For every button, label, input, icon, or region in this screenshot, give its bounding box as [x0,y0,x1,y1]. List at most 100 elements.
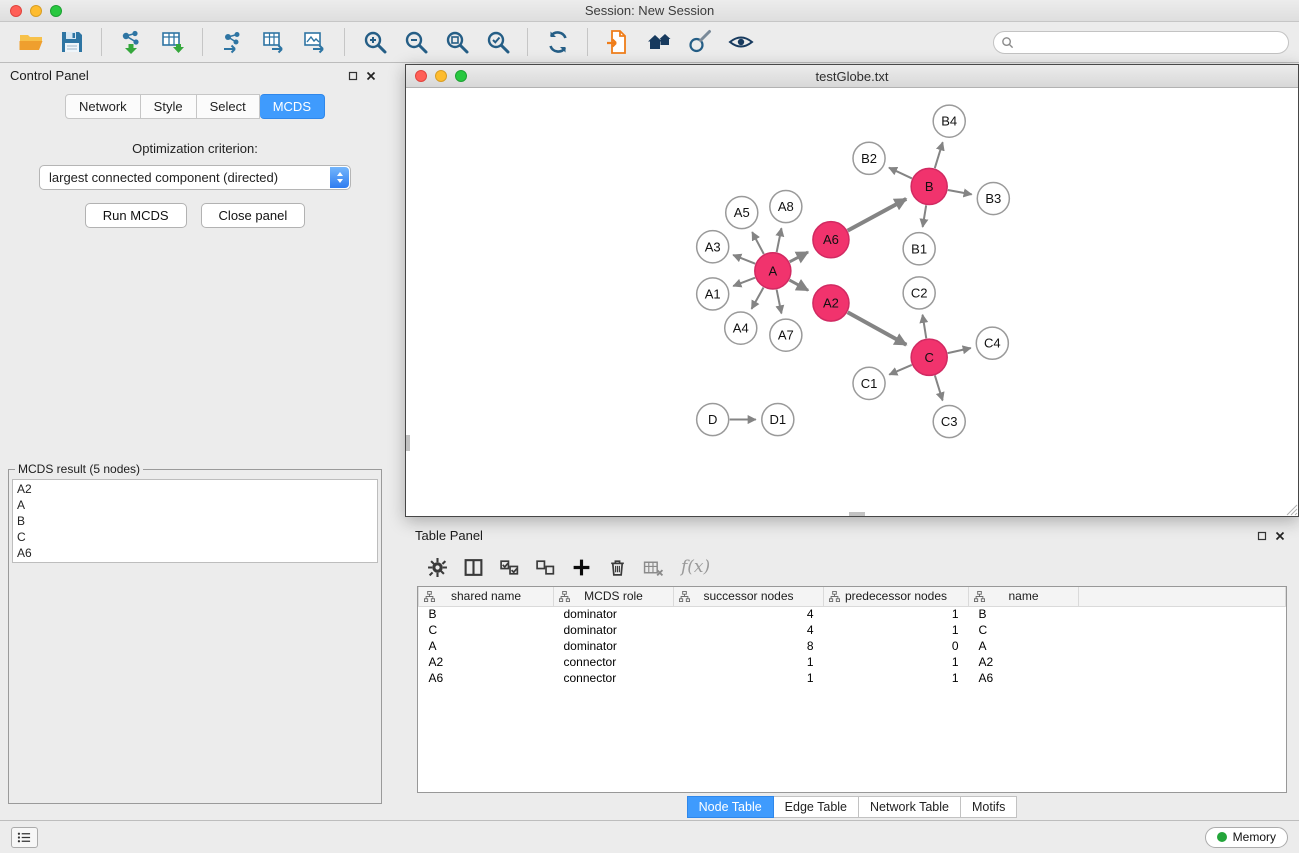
node-B[interactable]: B [911,168,947,204]
edge-A-A4[interactable] [752,288,764,309]
column-header-name[interactable]: name [969,587,1079,606]
show-details-button[interactable] [720,25,761,59]
node-A3[interactable]: A3 [697,231,729,263]
table-tab-node-table[interactable]: Node Table [687,796,774,818]
edge-B-B1[interactable] [923,205,927,227]
column-header-MCDS-role[interactable]: MCDS role [554,587,674,606]
delete-row-button[interactable] [599,552,635,582]
resize-grip[interactable] [1285,503,1298,516]
float-table-panel-button[interactable] [1253,528,1271,544]
run-mcds-button[interactable]: Run MCDS [85,203,187,228]
control-tab-select[interactable]: Select [197,94,260,119]
edge-A2-C[interactable] [848,312,907,344]
network-minimize-button[interactable] [435,70,447,82]
table-tab-motifs[interactable]: Motifs [961,796,1017,818]
criterion-select[interactable]: largest connected component (directed) [39,165,351,190]
table-tab-edge-table[interactable]: Edge Table [774,796,859,818]
zoom-fit-button[interactable] [436,25,477,59]
export-table-button[interactable] [253,25,294,59]
node-D[interactable]: D [697,403,729,435]
edge-B-B3[interactable] [948,190,972,194]
mcds-result-item[interactable]: A [17,497,373,513]
refresh-layout-button[interactable] [537,25,578,59]
node-C2[interactable]: C2 [903,277,935,309]
column-header-successor-nodes[interactable]: successor nodes [674,587,824,606]
save-session-button[interactable] [51,25,92,59]
edge-A-A8[interactable] [777,228,782,252]
edge-B-B2[interactable] [889,168,912,179]
control-tab-style[interactable]: Style [141,94,197,119]
node-C4[interactable]: C4 [976,327,1008,359]
export-network-button[interactable] [212,25,253,59]
edge-B-B4[interactable] [935,142,943,168]
function-builder-button[interactable]: f(x) [681,557,710,577]
network-zoom-button[interactable] [455,70,467,82]
node-A4[interactable]: A4 [725,312,757,344]
import-network-button[interactable] [111,25,152,59]
column-header-shared-name[interactable]: shared name [419,587,554,606]
edge-A6-B[interactable] [848,199,907,231]
import-table-button[interactable] [152,25,193,59]
select-all-button[interactable] [491,552,527,582]
mcds-result-list[interactable]: A2ABCA6 [12,479,378,563]
node-A2[interactable]: A2 [813,285,849,321]
node-A1[interactable]: A1 [697,278,729,310]
close-control-panel-button[interactable] [362,68,380,84]
mcds-result-item[interactable]: A6 [17,545,373,561]
edge-A-A2[interactable] [789,280,808,290]
search-input[interactable] [993,31,1289,54]
edge-A-A5[interactable] [752,232,764,254]
vertical-scroll-thumb[interactable] [406,435,410,451]
export-image-button[interactable] [294,25,335,59]
fullscreen-window-button[interactable] [50,5,62,17]
node-D1[interactable]: D1 [762,403,794,435]
node-A[interactable]: A [755,253,791,289]
mcds-result-item[interactable]: B [17,513,373,529]
add-row-button[interactable] [563,552,599,582]
node-C[interactable]: C [911,339,947,375]
table-row[interactable]: Adominator80A [419,638,1286,654]
apply-style-button[interactable] [679,25,720,59]
node-B3[interactable]: B3 [977,182,1009,214]
network-canvas[interactable]: B4B2BB3A5A8A6A3B1AA1A2C2A4A7C4CC1C3DD1 [406,88,1298,516]
edge-A-A6[interactable] [790,252,808,262]
node-C1[interactable]: C1 [853,367,885,399]
columns-button[interactable] [455,552,491,582]
node-B4[interactable]: B4 [933,105,965,137]
edge-A-A1[interactable] [733,278,755,286]
delete-columns-button[interactable] [635,552,671,582]
task-history-button[interactable] [11,827,38,848]
mcds-result-item[interactable]: C [17,529,373,545]
node-B2[interactable]: B2 [853,142,885,174]
edge-C-C3[interactable] [935,375,943,400]
control-tab-mcds[interactable]: MCDS [260,94,325,119]
edge-A-A3[interactable] [733,255,755,264]
table-row[interactable]: Bdominator41B [419,606,1286,622]
network-close-button[interactable] [415,70,427,82]
control-tab-network[interactable]: Network [65,94,141,119]
memory-button[interactable]: Memory [1205,827,1288,848]
zoom-in-button[interactable] [354,25,395,59]
float-control-panel-button[interactable] [344,68,362,84]
open-file-button[interactable] [10,25,51,59]
edge-A-A7[interactable] [777,290,782,314]
node-A6[interactable]: A6 [813,222,849,258]
network-graph[interactable]: B4B2BB3A5A8A6A3B1AA1A2C2A4A7C4CC1C3DD1 [406,88,1298,516]
edge-C-C1[interactable] [889,365,911,375]
edge-C-C2[interactable] [923,315,927,339]
network-window-titlebar[interactable]: testGlobe.txt [406,65,1298,88]
zoom-selected-button[interactable] [477,25,518,59]
node-A5[interactable]: A5 [726,197,758,229]
table-tab-network-table[interactable]: Network Table [859,796,961,818]
table-row[interactable]: A6connector11A6 [419,670,1286,686]
node-A8[interactable]: A8 [770,190,802,222]
edge-C-C4[interactable] [948,348,971,353]
table-row[interactable]: Cdominator41C [419,622,1286,638]
column-header-predecessor-nodes[interactable]: predecessor nodes [824,587,969,606]
close-mcds-panel-button[interactable]: Close panel [201,203,306,228]
node-C3[interactable]: C3 [933,405,965,437]
deselect-all-button[interactable] [527,552,563,582]
node-B1[interactable]: B1 [903,233,935,265]
close-table-panel-button[interactable] [1271,528,1289,544]
minimize-window-button[interactable] [30,5,42,17]
